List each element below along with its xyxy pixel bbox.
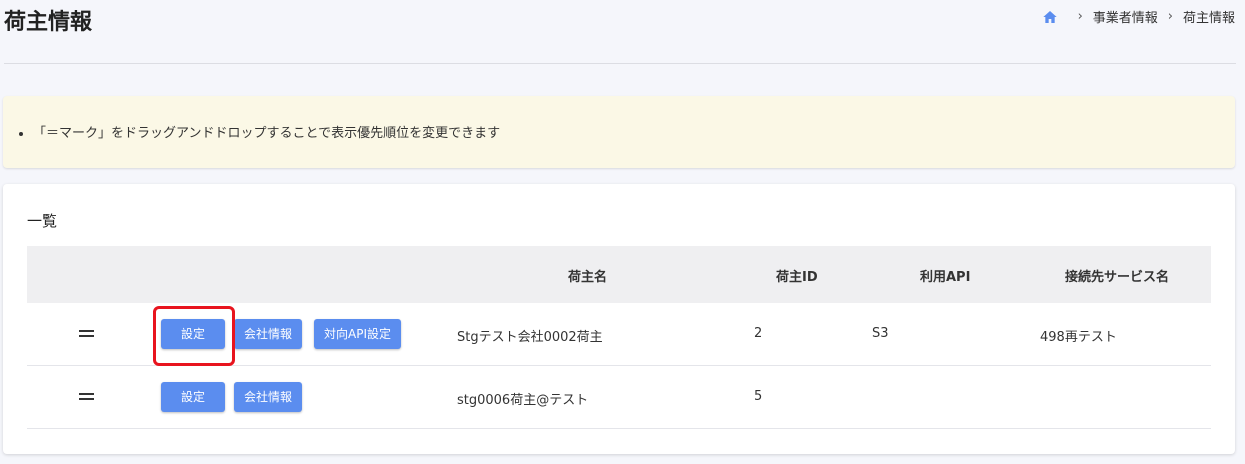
settings-button[interactable]: 設定	[161, 382, 225, 412]
chevron-right-icon: ›	[1167, 9, 1173, 24]
chevron-right-icon: ›	[1077, 9, 1083, 24]
cell-id: 5	[754, 389, 763, 404]
breadcrumb-link-business[interactable]: 事業者情報	[1093, 7, 1158, 26]
page-header: 荷主情報 › 事業者情報 › 荷主情報	[0, 0, 1245, 40]
cell-name: Stgテスト会社0002荷主	[457, 330, 603, 345]
column-header-api: 利用API	[920, 270, 971, 285]
list-card: 一覧 荷主名 荷主ID 利用API 接続先サービス名 設定 会社情報 対向API…	[3, 184, 1235, 454]
drag-handle-icon[interactable]	[79, 393, 94, 401]
shipper-table: 荷主名 荷主ID 利用API 接続先サービス名 設定 会社情報 対向API設定 …	[27, 246, 1211, 429]
notice-text: 「＝マーク」をドラッグアンドドロップすることで表示優先順位を変更できます	[33, 122, 500, 141]
cell-name: stg0006荷主@テスト	[457, 393, 589, 408]
notice-box: 「＝マーク」をドラッグアンドドロップすることで表示優先順位を変更できます	[3, 96, 1235, 168]
cell-service: 498再テスト	[1040, 330, 1117, 345]
home-icon[interactable]	[1042, 9, 1058, 25]
column-header-id: 荷主ID	[776, 270, 818, 285]
highlight-box	[153, 306, 235, 366]
breadcrumb-current: 荷主情報	[1182, 11, 1235, 26]
table-header: 荷主名 荷主ID 利用API 接続先サービス名	[27, 246, 1211, 303]
cell-id: 2	[754, 326, 763, 341]
breadcrumb: › 事業者情報 › 荷主情報	[1042, 7, 1235, 26]
table-row: 設定 会社情報 対向API設定 Stgテスト会社0002荷主 2 S3 498再…	[27, 303, 1211, 366]
column-header-name: 荷主名	[568, 270, 608, 285]
list-title: 一覧	[27, 212, 58, 230]
header-divider	[4, 63, 1236, 64]
drag-handle-icon[interactable]	[79, 330, 94, 338]
column-header-service: 接続先サービス名	[1065, 270, 1170, 285]
table-row: 設定 会社情報 stg0006荷主@テスト 5	[27, 366, 1211, 429]
page-title: 荷主情報	[4, 10, 93, 35]
company-info-button[interactable]: 会社情報	[234, 319, 303, 349]
company-info-button[interactable]: 会社情報	[234, 382, 303, 412]
cell-api: S3	[872, 326, 889, 341]
api-settings-button[interactable]: 対向API設定	[314, 319, 401, 349]
